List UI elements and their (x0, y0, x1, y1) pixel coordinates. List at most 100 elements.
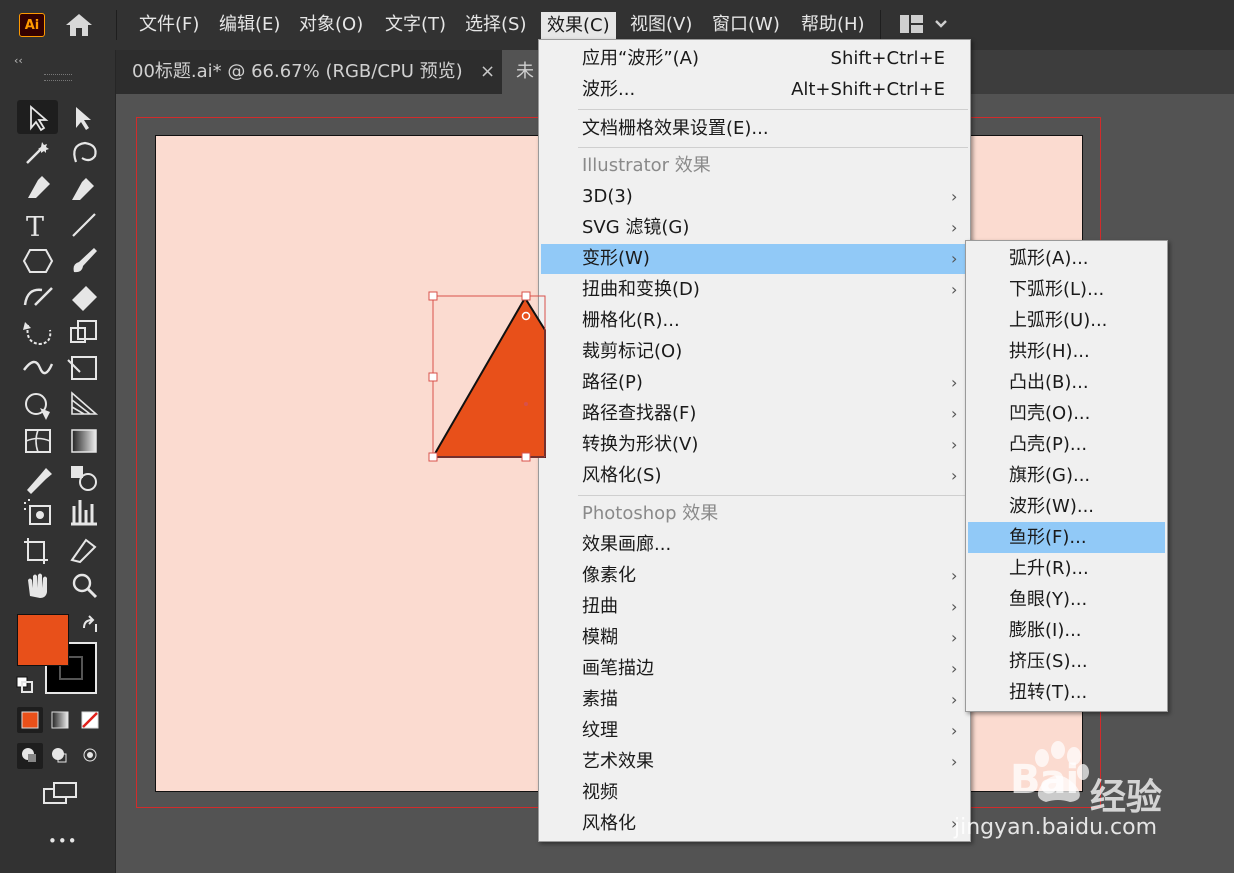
menu-item-warp-dialog[interactable]: 波形... Alt+Shift+Ctrl+E (541, 75, 968, 105)
menu-divider (116, 10, 117, 40)
submenu-item-bulge[interactable]: 凸出(B)... (968, 367, 1165, 398)
type-tool[interactable] (19, 209, 55, 241)
menu-divider (880, 10, 881, 40)
eraser-tool[interactable] (65, 281, 101, 313)
submenu-arrow-icon: › (951, 435, 958, 454)
direct-selection-tool[interactable] (65, 101, 101, 133)
magic-wand-tool[interactable] (19, 137, 55, 169)
free-transform-tool[interactable] (65, 353, 101, 385)
shape-builder-tool[interactable] (19, 389, 55, 421)
lasso-tool[interactable] (65, 137, 101, 169)
menu-item-brush-strokes[interactable]: 画笔描边 › (541, 654, 968, 684)
submenu-arrow-icon: › (951, 404, 958, 423)
tab-document-1[interactable]: 00标题.ai* @ 66.67% (RGB/CPU 预览) (116, 50, 502, 94)
width-tool[interactable] (19, 353, 55, 385)
tab-title: 未 (516, 61, 534, 82)
eyedropper-tool[interactable] (19, 461, 55, 493)
edit-toolbar-icon[interactable]: ••• (48, 832, 78, 850)
artboard-tool[interactable] (19, 533, 55, 565)
hand-tool[interactable] (19, 569, 55, 601)
menu-item-path[interactable]: 路径(P) › (541, 368, 968, 398)
menu-item-effect-gallery[interactable]: 效果画廊... (541, 530, 968, 560)
blend-tool[interactable] (65, 461, 101, 493)
submenu-item-shell-lower[interactable]: 凹壳(O)... (968, 398, 1165, 429)
workspace-switcher-icon[interactable] (898, 13, 948, 35)
submenu-item-wave[interactable]: 波形(W)... (968, 491, 1165, 522)
menu-item-warp[interactable]: 变形(W) › (541, 244, 968, 274)
menu-item-distort-transform[interactable]: 扭曲和变换(D) › (541, 275, 968, 305)
submenu-arrow-icon: › (951, 373, 958, 392)
gradient-tool[interactable] (65, 425, 101, 457)
submenu-arrow-icon: › (951, 280, 958, 299)
menu-edit[interactable]: 编辑(E) (219, 13, 280, 37)
selection-tool[interactable] (19, 101, 55, 133)
menu-item-video[interactable]: 视频 (541, 778, 968, 808)
submenu-item-arc-upper[interactable]: 上弧形(U)... (968, 305, 1165, 336)
submenu-item-twist[interactable]: 扭转(T)... (968, 677, 1165, 708)
slice-tool[interactable] (65, 533, 101, 565)
collapse-panel-icon[interactable]: ‹‹ (14, 54, 23, 67)
menu-item-blur[interactable]: 模糊 › (541, 623, 968, 653)
symbol-sprayer-tool[interactable] (19, 497, 55, 529)
menu-section-photoshop-effects: Photoshop 效果 (582, 503, 719, 524)
submenu-item-fish[interactable]: 鱼形(F)... (968, 522, 1165, 553)
menu-object[interactable]: 对象(O) (299, 13, 363, 37)
mesh-tool[interactable] (19, 425, 55, 457)
watermark-brand-cn: 经验 (1090, 777, 1163, 818)
shaper-tool[interactable] (19, 281, 55, 313)
tab-close-icon[interactable]: × (480, 50, 495, 94)
submenu-arrow-icon: › (951, 690, 958, 709)
home-icon[interactable] (64, 12, 94, 38)
submenu-arrow-icon: › (951, 628, 958, 647)
perspective-grid-tool[interactable] (65, 389, 101, 421)
menu-item-texture[interactable]: 纹理 › (541, 716, 968, 746)
menu-item-artistic[interactable]: 艺术效果 › (541, 747, 968, 777)
menu-item-rasterize[interactable]: 栅格化(R)... (541, 306, 968, 336)
submenu-arrow-icon: › (951, 187, 958, 206)
illustrator-logo-icon: Ai (19, 13, 45, 37)
submenu-item-squeeze[interactable]: 挤压(S)... (968, 646, 1165, 677)
menu-view[interactable]: 视图(V) (630, 13, 692, 37)
menu-file[interactable]: 文件(F) (139, 13, 199, 37)
menu-item-convert-to-shape[interactable]: 转换为形状(V) › (541, 430, 968, 460)
menu-item-apply-warp[interactable]: 应用“波形”(A) Shift+Ctrl+E (541, 44, 968, 74)
menu-item-distort[interactable]: 扭曲 › (541, 592, 968, 622)
fill-color-swatch[interactable] (17, 614, 69, 666)
zoom-tool[interactable] (65, 569, 101, 601)
menu-item-pathfinder[interactable]: 路径查找器(F) › (541, 399, 968, 429)
scale-tool[interactable] (65, 317, 101, 349)
submenu-arrow-icon: › (951, 566, 958, 585)
submenu-item-rise[interactable]: 上升(R)... (968, 553, 1165, 584)
panel-grip[interactable] (44, 74, 72, 81)
menu-window[interactable]: 窗口(W) (712, 13, 780, 37)
menu-item-document-raster-settings[interactable]: 文档栅格效果设置(E)... (541, 114, 968, 144)
menu-item-stylize-photoshop[interactable]: 风格化 › (541, 809, 968, 839)
submenu-item-arc[interactable]: 弧形(A)... (968, 243, 1165, 274)
pen-tool[interactable] (19, 173, 55, 205)
submenu-arrow-icon: › (951, 466, 958, 485)
menu-select[interactable]: 选择(S) (465, 13, 526, 37)
menu-effect[interactable]: 效果(C) (541, 12, 616, 40)
menu-item-stylize[interactable]: 风格化(S) › (541, 461, 968, 491)
submenu-item-inflate[interactable]: 膨胀(I)... (968, 615, 1165, 646)
menu-item-3d[interactable]: 3D(3) › (541, 182, 968, 212)
menu-item-sketch[interactable]: 素描 › (541, 685, 968, 715)
menu-type[interactable]: 文字(T) (385, 13, 446, 37)
rotate-tool[interactable] (19, 317, 55, 349)
polygon-tool[interactable] (19, 245, 55, 277)
submenu-item-flag[interactable]: 旗形(G)... (968, 460, 1165, 491)
menu-item-crop-marks[interactable]: 裁剪标记(O) (541, 337, 968, 367)
line-segment-tool[interactable] (65, 209, 101, 241)
menu-separator (578, 147, 968, 148)
curvature-tool[interactable] (65, 173, 101, 205)
submenu-item-arch[interactable]: 拱形(H)... (968, 336, 1165, 367)
menu-item-pixelate[interactable]: 像素化 › (541, 561, 968, 591)
submenu-item-fisheye[interactable]: 鱼眼(Y)... (968, 584, 1165, 615)
column-graph-tool[interactable] (65, 497, 101, 529)
submenu-item-shell-upper[interactable]: 凸壳(P)... (968, 429, 1165, 460)
menu-item-svg-filters[interactable]: SVG 滤镜(G) › (541, 213, 968, 243)
menu-help[interactable]: 帮助(H) (801, 13, 865, 37)
submenu-item-arc-lower[interactable]: 下弧形(L)... (968, 274, 1165, 305)
paintbrush-tool[interactable] (65, 245, 101, 277)
submenu-arrow-icon: › (951, 597, 958, 616)
